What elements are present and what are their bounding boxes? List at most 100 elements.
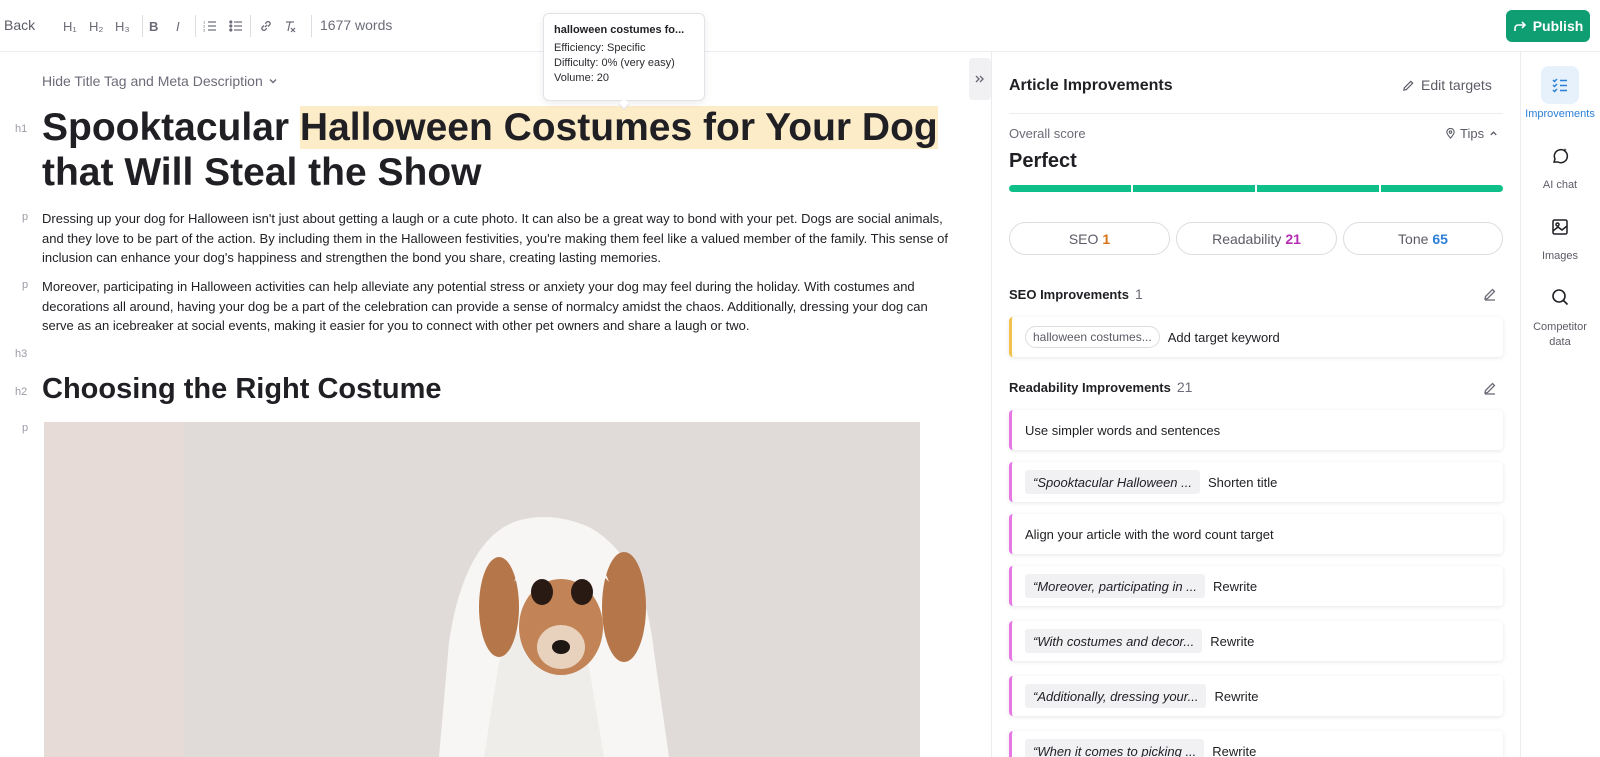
- bullet-list-icon: [229, 20, 242, 32]
- tips-toggle[interactable]: Tips: [1445, 126, 1499, 141]
- toolbar-divider: [250, 15, 251, 37]
- improvement-text: Shorten title: [1207, 474, 1278, 490]
- share-arrow-icon: [1513, 21, 1526, 31]
- pencil-icon: [1403, 79, 1414, 91]
- rail-icon-wrapper: [1541, 278, 1579, 316]
- quote-chip: “With costumes and decor...: [1025, 629, 1203, 653]
- hide-meta-toggle[interactable]: Hide Title Tag and Meta Description: [42, 73, 278, 89]
- rail-item-improvements[interactable]: Improvements: [1520, 66, 1600, 120]
- panel-divider: [1009, 113, 1503, 114]
- tab-seo-count: 1: [1102, 230, 1111, 247]
- overall-score-value: Perfect: [1009, 150, 1077, 172]
- quote-chip: “Spooktacular Halloween ...: [1025, 470, 1200, 494]
- rail-item-images[interactable]: Images: [1520, 208, 1600, 262]
- rail-icon-wrapper: [1541, 66, 1579, 104]
- hide-meta-label: Hide Title Tag and Meta Description: [42, 73, 263, 89]
- back-button[interactable]: Back: [4, 17, 35, 33]
- readability-improvement-card[interactable]: “Moreover, participating in ... Rewrite: [1009, 566, 1503, 606]
- score-segment: [1381, 185, 1503, 192]
- keyword-tooltip: halloween costumes fo... Efficiency: Spe…: [543, 13, 705, 101]
- title-suffix: that Will Steal the Show: [42, 151, 482, 194]
- bullet-list-button[interactable]: [229, 16, 243, 36]
- readability-improvements-heading: Readability Improvements 21: [1009, 379, 1192, 395]
- improvement-text: Rewrite: [1214, 688, 1259, 704]
- word-count: 1677 words: [320, 17, 393, 33]
- tab-tone-label: Tone: [1398, 230, 1429, 247]
- edit-targets-label: Edit targets: [1421, 77, 1492, 93]
- publish-button[interactable]: Publish: [1506, 10, 1590, 42]
- seo-section-title: SEO Improvements: [1009, 286, 1129, 302]
- svg-text:3: 3: [203, 28, 206, 33]
- improvement-text: Rewrite: [1210, 633, 1255, 649]
- improvement-text: Rewrite: [1212, 743, 1257, 757]
- chevron-down-icon: [269, 79, 277, 84]
- gutter-tag-p: p: [22, 211, 29, 223]
- italic-button[interactable]: I: [176, 16, 180, 36]
- edit-targets-button[interactable]: Edit targets: [1402, 77, 1492, 93]
- ordered-list-button[interactable]: 123: [203, 16, 217, 36]
- rail-icon-wrapper: [1541, 208, 1579, 246]
- ordered-list-icon: 123: [203, 20, 216, 33]
- seo-section-count: 1: [1134, 286, 1143, 302]
- tooltip-efficiency: Efficiency: Specific: [554, 42, 646, 54]
- heading-1-button[interactable]: H₁: [63, 16, 77, 36]
- improvement-text: Align your article with the word count t…: [1025, 526, 1274, 542]
- gutter-tag-h1: h1: [15, 123, 28, 135]
- improvement-text: Rewrite: [1213, 578, 1258, 594]
- checklist-icon: [1552, 78, 1567, 93]
- location-pin-icon: [1446, 128, 1455, 139]
- score-progress-bar: [1009, 185, 1503, 192]
- toolbar-divider: [142, 15, 143, 37]
- readability-improvement-card[interactable]: “When it comes to picking ... Rewrite: [1009, 731, 1503, 757]
- rail-label: Images: [1541, 250, 1579, 262]
- photo-illustration: [44, 422, 920, 757]
- tab-seo-label: SEO: [1068, 230, 1099, 247]
- publish-label: Publish: [1532, 18, 1584, 34]
- edit-readability-icon[interactable]: [1483, 381, 1497, 395]
- keyword-chip: halloween costumes...: [1025, 326, 1160, 348]
- ai-chat-icon: [1552, 148, 1569, 164]
- toolbar-divider: [195, 15, 196, 37]
- rail-icon-wrapper: [1541, 137, 1579, 175]
- gutter-tag-h2: h2: [15, 386, 28, 398]
- toolbar-divider: [311, 15, 312, 37]
- clear-format-icon: [286, 21, 296, 33]
- quote-chip: “When it comes to picking ...: [1025, 739, 1205, 757]
- heading-2-button[interactable]: H₂: [89, 16, 103, 36]
- readability-improvement-card[interactable]: Use simpler words and sentences: [1009, 410, 1503, 450]
- seo-improvement-card[interactable]: halloween costumes... Add target keyword: [1009, 317, 1503, 357]
- paragraph-2[interactable]: Moreover, participating in Halloween act…: [42, 277, 960, 336]
- edit-seo-icon[interactable]: [1483, 287, 1497, 301]
- paragraph-1[interactable]: Dressing up your dog for Halloween isn't…: [42, 209, 960, 268]
- link-icon: [261, 20, 271, 32]
- rail-item-competitor-data[interactable]: Competitor data: [1520, 278, 1600, 350]
- link-button[interactable]: [259, 16, 273, 36]
- heading-3-button[interactable]: H₃: [115, 16, 130, 36]
- tab-readability[interactable]: Readability 21: [1176, 222, 1337, 255]
- rail-label: AI chat: [1542, 179, 1578, 191]
- tab-tone[interactable]: Tone 65: [1343, 222, 1503, 255]
- tooltip-volume: Volume: 20: [554, 72, 610, 84]
- article-title[interactable]: Spooktacular Halloween Costumes for Your…: [42, 105, 942, 195]
- bold-button[interactable]: B: [149, 16, 158, 36]
- gutter-tag-p: p: [22, 279, 29, 291]
- rail-label: Competitor data: [1533, 321, 1587, 348]
- panel-title: Article Improvements: [1009, 77, 1173, 94]
- tips-label: Tips: [1460, 126, 1485, 141]
- seo-improvements-heading: SEO Improvements 1: [1009, 286, 1143, 302]
- dog-ghost-costume-photo[interactable]: [44, 422, 920, 757]
- rail-item-ai-chat[interactable]: AI chat: [1520, 137, 1600, 191]
- readability-improvement-card[interactable]: “Spooktacular Halloween ... Shorten titl…: [1009, 462, 1503, 502]
- improvement-text: Use simpler words and sentences: [1025, 422, 1221, 438]
- readability-improvement-card[interactable]: “With costumes and decor... Rewrite: [1009, 621, 1503, 661]
- tab-seo[interactable]: SEO 1: [1009, 222, 1170, 255]
- title-keyword-highlight[interactable]: Halloween Costumes for Your Dog: [299, 106, 938, 149]
- score-segment: [1133, 185, 1255, 192]
- section-heading[interactable]: Choosing the Right Costume: [42, 373, 442, 406]
- score-segment: [1257, 185, 1379, 192]
- readability-improvement-card[interactable]: “Additionally, dressing your... Rewrite: [1009, 676, 1503, 716]
- readability-improvement-card[interactable]: Align your article with the word count t…: [1009, 514, 1503, 554]
- gutter-tag-h3: h3: [15, 348, 28, 360]
- clear-format-button[interactable]: [283, 16, 297, 36]
- collapse-panel-button[interactable]: [969, 58, 991, 100]
